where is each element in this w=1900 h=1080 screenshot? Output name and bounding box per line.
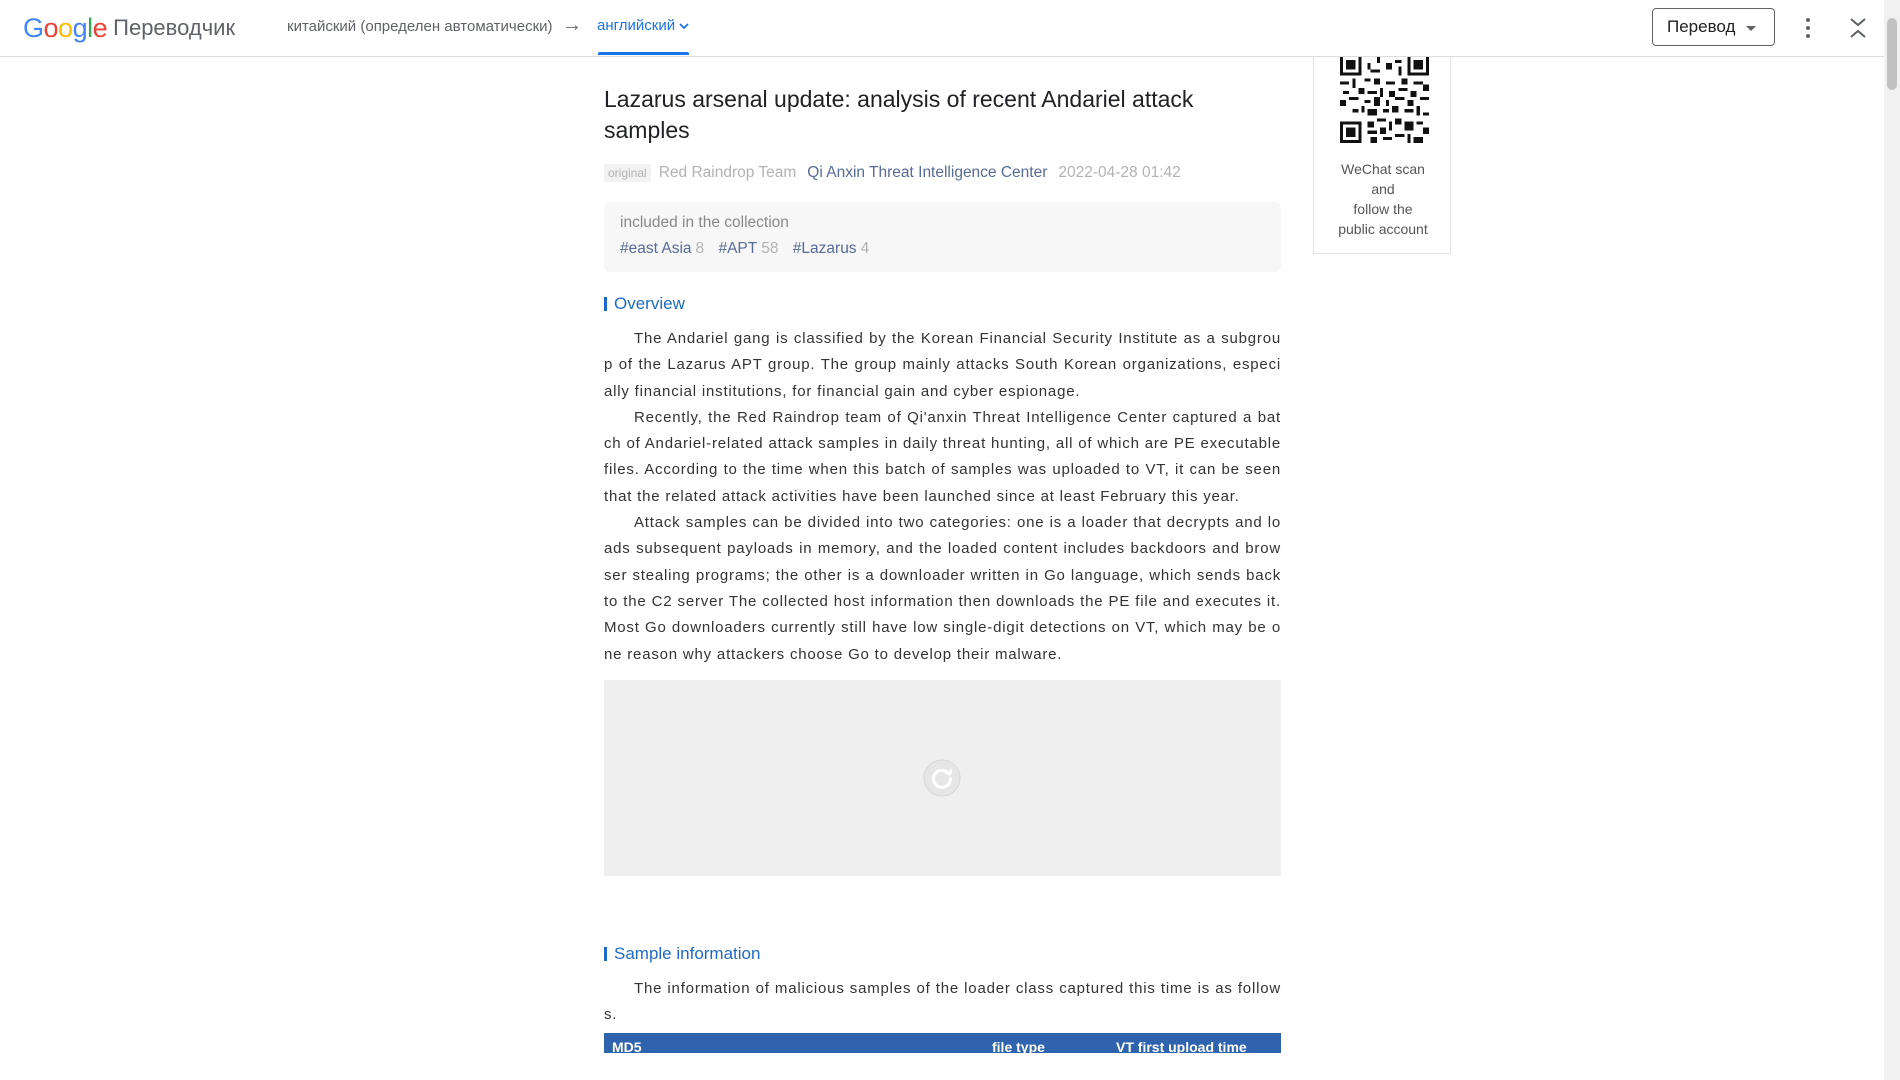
scrollbar-thumb[interactable] xyxy=(1887,18,1897,90)
more-options-button[interactable] xyxy=(1795,14,1821,42)
column-header-md5: MD5 xyxy=(612,1039,642,1054)
article-paragraph: The Andariel gang is classified by the K… xyxy=(604,330,1281,400)
publish-date: 2022-04-28 01:42 xyxy=(1058,164,1181,181)
product-name: Переводчик xyxy=(113,15,236,40)
article: Lazarus arsenal update: analysis of rece… xyxy=(604,56,1281,1054)
article-paragraph: Recently, the Red Raindrop team of Qi'an… xyxy=(604,408,1281,505)
mode-select-label: Перевод xyxy=(1667,17,1736,36)
image-placeholder xyxy=(604,679,1281,876)
source-language[interactable]: китайский (определен автоматически) xyxy=(287,18,553,35)
translate-toolbar: Google Переводчик китайский (определен а… xyxy=(0,0,1884,57)
active-tab-indicator xyxy=(598,52,689,55)
google-wordmark: Google xyxy=(23,12,108,43)
target-language-selector[interactable]: английский xyxy=(597,17,689,34)
chevron-down-icon xyxy=(679,22,689,29)
collection-tag[interactable]: #Lazarus 4 xyxy=(793,240,869,257)
original-badge: original xyxy=(604,164,651,182)
dropdown-caret-icon xyxy=(1746,26,1756,31)
account-link[interactable]: Qi Anxin Threat Intelligence Center xyxy=(807,164,1047,182)
article-paragraph: Attack samples can be divided into two c… xyxy=(604,514,1281,663)
target-language-label: английский xyxy=(597,17,676,34)
qr-caption: WeChat scan and follow the public accoun… xyxy=(1338,161,1428,237)
qr-code xyxy=(1340,54,1429,143)
collection-box: included in the collection #east Asia 8 #… xyxy=(604,202,1281,272)
loading-spinner-icon xyxy=(923,759,961,797)
collection-label: included in the collection xyxy=(620,214,789,231)
column-header-file-type: file type xyxy=(992,1039,1045,1054)
article-meta: original Red Raindrop Team Qi Anxin Thre… xyxy=(604,164,1281,182)
article-title: Lazarus arsenal update: analysis of rece… xyxy=(604,86,1194,143)
section-heading-sample-info: Sample information xyxy=(604,944,1281,964)
mode-select[interactable]: Перевод xyxy=(1652,8,1775,46)
author-name: Red Raindrop Team xyxy=(658,164,797,181)
article-paragraph: The information of malicious samples of … xyxy=(604,979,1281,1024)
column-header-vt-upload: VT first upload time xyxy=(1116,1039,1247,1054)
google-translate-logo[interactable]: Google Переводчик xyxy=(23,12,235,44)
collection-tag[interactable]: #east Asia 8 xyxy=(620,240,704,257)
collapse-icon[interactable] xyxy=(1846,14,1870,42)
collection-tags: #east Asia 8 #APT 58 #Lazarus 4 xyxy=(620,238,1265,260)
heading-bar xyxy=(604,946,607,961)
heading-bar xyxy=(604,297,607,311)
more-vert-icon xyxy=(1806,18,1810,22)
section-heading-overview: Overview xyxy=(604,294,1281,314)
direction-arrow-icon: → xyxy=(562,14,582,36)
page-scrollbar[interactable] xyxy=(1884,0,1900,1080)
sample-table-header: MD5 file type VT first upload time xyxy=(604,1033,1281,1054)
qr-card: WeChat scan and follow the public accoun… xyxy=(1313,40,1451,254)
collection-tag[interactable]: #APT 58 xyxy=(718,240,778,257)
